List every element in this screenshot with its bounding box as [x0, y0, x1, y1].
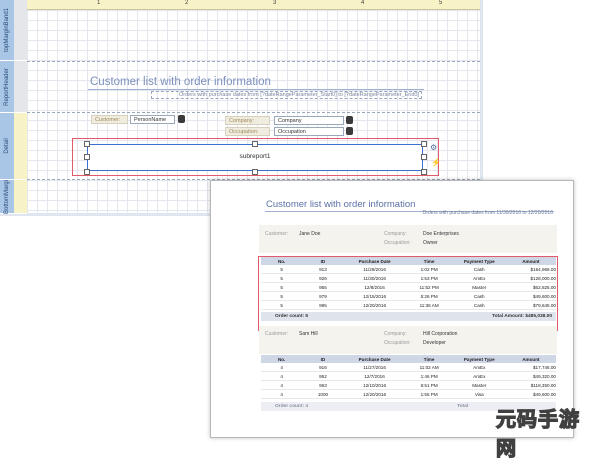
preview-title: Customer list with order information [266, 199, 416, 210]
band-gutter [14, 180, 27, 214]
ruler-number: 2 [185, 0, 189, 6]
column-header: Amount [505, 355, 556, 363]
title-underline [88, 89, 424, 90]
resize-handle[interactable] [84, 154, 90, 160]
customer-value: Jane Doe [299, 231, 321, 237]
band-bottom-margin[interactable]: BottomMargi [0, 179, 14, 214]
company-label: Company: [384, 231, 407, 237]
band-divider[interactable] [27, 112, 480, 113]
ruler-number: 1 [97, 0, 101, 6]
table-row: 4 963 12/10/2016 6:51 PM Master $118,350.00 [261, 380, 556, 390]
column-header: Payment Type [452, 355, 506, 363]
customer-label: Customer: [265, 331, 289, 337]
company-label-textbox[interactable]: Company: [225, 116, 270, 125]
band-detail[interactable]: Detail [0, 113, 14, 180]
occupation-value: Owner [423, 240, 438, 246]
resize-handle[interactable] [84, 169, 90, 175]
column-header: ID [302, 355, 344, 363]
resize-handle[interactable] [421, 141, 427, 147]
company-value: Hill Corporation [423, 331, 458, 337]
resize-handle[interactable] [421, 154, 427, 160]
band-top-margin[interactable]: topMarginBand1 [0, 0, 14, 61]
band-gutter [14, 113, 27, 180]
total-amount: Total [457, 404, 469, 409]
table-row: 4 916 11/27/2016 11:02 AM AmEx $17,746.00 [261, 363, 556, 372]
ruler-number: 3 [273, 0, 277, 6]
site-watermark-logo: 元码手游网 [476, 398, 600, 460]
orders-table: No. ID Purchase Date Time Payment Type A… [261, 355, 556, 399]
band-label: Detail [4, 138, 10, 154]
company-label: Company: [384, 331, 407, 337]
occupation-value: Developer [423, 340, 446, 346]
band-gutter [14, 61, 27, 113]
band-label: ReportHeader [4, 67, 10, 106]
order-count: Order count: 4 [275, 404, 309, 409]
expression-badge-icon[interactable] [346, 127, 353, 135]
customer-value: Sam Hill [299, 331, 318, 337]
customer-label: Customer: [265, 231, 289, 237]
resize-handle[interactable] [421, 169, 427, 175]
column-header: No. [261, 355, 303, 363]
subreport-label: subreport1 [239, 153, 271, 160]
preview-subtitle: Orders with purchase dates from 11/30/20… [422, 210, 553, 216]
report-subtitle-textbox[interactable]: Orders with purchase dates from [?dateRa… [151, 91, 422, 99]
band-label: topMarginBand1 [4, 7, 10, 53]
occupation-label: Occupation: [384, 340, 411, 346]
occupation-value-textbox[interactable]: Occupation [274, 127, 344, 136]
customer-value-textbox[interactable]: PersonName [130, 115, 175, 124]
gear-icon[interactable]: ⚙ [430, 143, 437, 152]
table-row: 4 952 12/7/2016 1:46 PM AmEx $49,320.00 [261, 371, 556, 381]
customer-label-textbox[interactable]: Customer: [91, 115, 128, 124]
band-label: BottomMargi [4, 179, 10, 214]
company-value: Doe Enterprises [423, 231, 459, 237]
resize-handle[interactable] [252, 141, 258, 147]
band-report-header[interactable]: ReportHeader [0, 61, 14, 113]
watermark-text: 元码手游网 [495, 406, 580, 460]
company-value-textbox[interactable]: Company [274, 116, 344, 125]
customer-info-block: Customer: Jane Doe Company: Doe Enterpri… [259, 225, 557, 253]
subreport-item[interactable]: subreport1 [87, 144, 423, 171]
lightning-icon[interactable]: ⚡ [431, 158, 441, 167]
band-panel: topMarginBand1 ReportHeader Detail Botto… [0, 0, 27, 214]
resize-handle[interactable] [252, 169, 258, 175]
customer-info-block: Customer: Sam Hill Company: Hill Corpora… [259, 326, 557, 354]
column-header: Time [405, 355, 453, 363]
horizontal-ruler: 1 2 3 4 5 [27, 0, 480, 10]
expression-badge-icon[interactable] [178, 115, 185, 123]
band-gutter [14, 0, 27, 61]
ruler-number: 4 [361, 0, 365, 6]
report-title-textbox[interactable]: Customer list with order information [90, 76, 271, 88]
column-header: Purchase Date [343, 355, 406, 363]
expression-badge-icon[interactable] [346, 116, 353, 124]
occupation-label: Occupation: [384, 240, 411, 246]
selection-highlight [258, 256, 558, 331]
band-divider[interactable] [27, 61, 480, 62]
ruler-number: 5 [439, 0, 443, 6]
occupation-label-textbox[interactable]: Occupation: [225, 127, 270, 136]
resize-handle[interactable] [84, 141, 90, 147]
